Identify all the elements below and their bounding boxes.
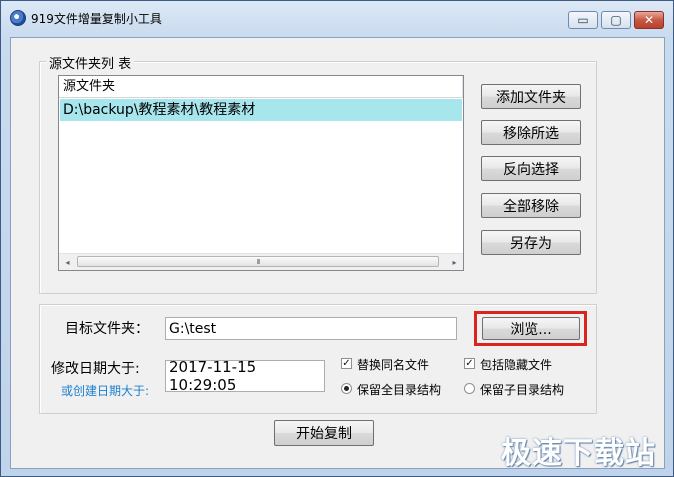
list-column-header-label: 源文件夹 bbox=[63, 79, 116, 94]
save-as-button[interactable]: 另存为 bbox=[481, 230, 581, 255]
target-folder-label: 目标文件夹： bbox=[65, 321, 149, 337]
modified-date-label: 修改日期大于: bbox=[51, 361, 140, 377]
close-button[interactable]: ✕ bbox=[634, 11, 664, 29]
include-hidden-label: 包括隐藏文件 bbox=[480, 358, 553, 372]
keep-sub-structure-label: 保留子目录结构 bbox=[480, 383, 565, 397]
app-icon bbox=[10, 10, 26, 26]
created-date-label: 或创建日期大于: bbox=[61, 384, 150, 398]
scroll-right-icon[interactable]: ▸ bbox=[446, 254, 463, 270]
source-group-legend: 源文件夹列 表 bbox=[46, 53, 135, 72]
app-window: 919文件增量复制小工具 ▭ ▢ ✕ 源文件夹列 表 源文件夹 D:\backu… bbox=[0, 0, 674, 477]
horizontal-scrollbar[interactable]: ◂ III ▸ bbox=[59, 253, 463, 270]
start-copy-button[interactable]: 开始复制 bbox=[274, 420, 374, 446]
replace-same-name-checkbox[interactable]: ✓ bbox=[341, 358, 352, 369]
replace-same-name-label: 替换同名文件 bbox=[357, 358, 430, 372]
maximize-icon: ▢ bbox=[610, 13, 622, 27]
date-input[interactable]: 2017-11-15 10:29:05 bbox=[165, 358, 325, 394]
add-folder-button[interactable]: 添加文件夹 bbox=[481, 84, 581, 109]
dialog-client-area: 源文件夹列 表 源文件夹 D:\backup\教程素材\教程素材 ◂ III ▸… bbox=[10, 37, 665, 469]
include-hidden-checkbox[interactable]: ✓ bbox=[464, 358, 475, 369]
browse-button[interactable]: 浏览... bbox=[482, 317, 580, 340]
keep-full-structure-label: 保留全目录结构 bbox=[357, 383, 442, 397]
remove-selected-button[interactable]: 移除所选 bbox=[481, 120, 581, 145]
scroll-thumb[interactable]: III bbox=[77, 256, 439, 267]
keep-full-structure-radio[interactable] bbox=[341, 383, 352, 394]
minimize-icon: ▭ bbox=[577, 13, 589, 27]
site-watermark: 极速下载站 bbox=[501, 436, 656, 471]
scroll-left-icon[interactable]: ◂ bbox=[59, 254, 76, 270]
title-bar[interactable]: 919文件增量复制小工具 ▭ ▢ ✕ bbox=[1, 1, 673, 35]
close-icon: ✕ bbox=[643, 13, 655, 27]
keep-sub-structure-radio[interactable] bbox=[464, 383, 475, 394]
list-item[interactable]: D:\backup\教程素材\教程素材 bbox=[60, 99, 462, 121]
remove-all-button[interactable]: 全部移除 bbox=[481, 193, 581, 218]
window-title: 919文件增量复制小工具 bbox=[31, 12, 162, 26]
target-folder-input[interactable]: G:\test bbox=[165, 317, 457, 340]
source-folder-list[interactable]: 源文件夹 D:\backup\教程素材\教程素材 ◂ III ▸ bbox=[58, 75, 464, 271]
column-divider bbox=[462, 76, 463, 97]
maximize-button[interactable]: ▢ bbox=[601, 11, 631, 29]
list-column-header[interactable]: 源文件夹 bbox=[59, 76, 463, 98]
invert-selection-button[interactable]: 反向选择 bbox=[481, 156, 581, 181]
minimize-button[interactable]: ▭ bbox=[568, 11, 598, 29]
